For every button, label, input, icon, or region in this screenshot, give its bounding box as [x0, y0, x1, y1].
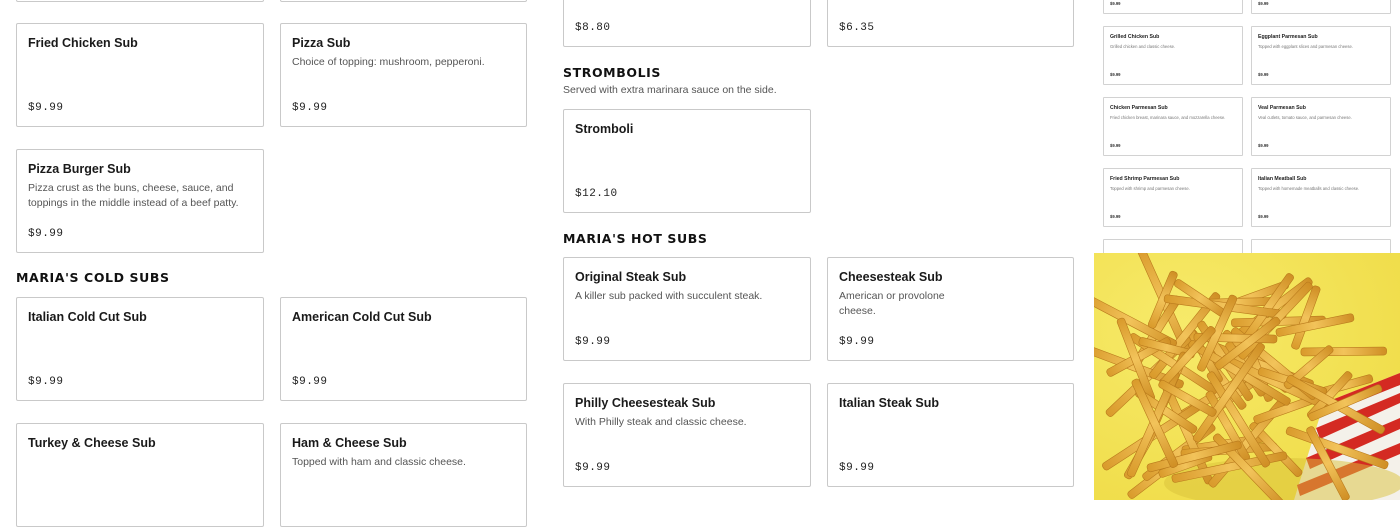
- item-description: Topped with eggplant slices and parmesan…: [1258, 44, 1353, 49]
- item-name: Grilled Chicken Sub: [1110, 34, 1160, 40]
- menu-item-card[interactable]: Pizza Burger Sub Pizza crust as the buns…: [16, 149, 264, 253]
- item-description: With Philly steak and classic cheese.: [575, 416, 747, 428]
- item-name: Original Steak Sub: [575, 270, 687, 284]
- menu-item-card[interactable]: Cheesesteak Sub American or provolone ch…: [827, 257, 1074, 361]
- menu-item-card[interactable]: Eggplant Parmesan Sub Topped with eggpla…: [1251, 26, 1391, 85]
- item-name: Pizza Burger Sub: [28, 162, 131, 176]
- item-price: $9.99: [575, 336, 611, 348]
- menu-item-card[interactable]: Italian Meatball Sub Topped with homemad…: [1251, 168, 1391, 227]
- section-title-cold-subs: MARIA'S COLD SUBS: [16, 270, 170, 285]
- menu-item-card[interactable]: $8.80: [563, 0, 811, 47]
- item-name: Fried Chicken Sub: [28, 36, 138, 50]
- menu-item-card[interactable]: Chicken Parmesan Sub Fried chicken breas…: [1103, 97, 1243, 156]
- menu-item-card[interactable]: Grilled Chicken Sub Grilled chicken and …: [1103, 26, 1243, 85]
- item-price: $9.99: [28, 228, 64, 240]
- item-description: Topped with homemade meatballs and class…: [1258, 186, 1360, 191]
- menu-item-card[interactable]: American Cold Cut Sub $9.99: [280, 297, 527, 401]
- item-price: $8.80: [575, 22, 611, 34]
- item-price: $9.99: [839, 336, 875, 348]
- item-price: $9.99: [1258, 72, 1269, 77]
- item-description: Choice of topping: mushroom, pepperoni.: [292, 56, 485, 68]
- menu-item-card[interactable]: Philly Cheesesteak Sub With Philly steak…: [563, 383, 811, 487]
- item-description: A killer sub packed with succulent steak…: [575, 290, 763, 302]
- item-name: Ham & Cheese Sub: [292, 436, 407, 450]
- item-price: $9.99: [292, 102, 328, 114]
- menu-item-card[interactable]: Fried Shrimp Parmesan Sub Topped with sh…: [1103, 168, 1243, 227]
- menu-item-card[interactable]: Ham & Cheese Sub Topped with ham and cla…: [280, 423, 527, 527]
- item-price: $9.99: [28, 102, 64, 114]
- item-price: $9.99: [1258, 214, 1269, 219]
- menu-item-card[interactable]: Pizza Sub Choice of topping: mushroom, p…: [280, 23, 527, 127]
- item-price: $9.99: [1258, 143, 1269, 148]
- item-name: Stromboli: [575, 122, 634, 136]
- item-name: Fried Shrimp Parmesan Sub: [1110, 176, 1180, 182]
- item-price: $6.35: [839, 22, 875, 34]
- item-name: Eggplant Parmesan Sub: [1258, 34, 1318, 40]
- menu-item-card[interactable]: Veal Parmesan Sub Veal cutlets, tomato s…: [1251, 97, 1391, 156]
- item-price: $9.99: [839, 462, 875, 474]
- fry-shape: [1300, 346, 1387, 357]
- item-price: $9.99: [1258, 1, 1269, 6]
- item-price: $9.99: [1110, 143, 1121, 148]
- section-subtitle: Served with extra marinara sauce on the …: [563, 84, 777, 96]
- item-name: Chicken Parmesan Sub: [1110, 105, 1168, 111]
- item-price: $9.99: [1110, 72, 1121, 77]
- item-name: Italian Cold Cut Sub: [28, 310, 147, 324]
- item-description: Fried chicken breast, marinara sauce, an…: [1110, 115, 1226, 120]
- section-title-hot-subs: MARIA'S HOT SUBS: [563, 231, 708, 246]
- item-price: $9.99: [1110, 1, 1121, 6]
- menu-item-card[interactable]: Stromboli $12.10: [563, 109, 811, 213]
- item-name: American Cold Cut Sub: [292, 310, 432, 324]
- item-description: Veal cutlets, tomato sauce, and parmesan…: [1258, 115, 1352, 120]
- item-price: $9.99: [28, 376, 64, 388]
- item-name: Philly Cheesesteak Sub: [575, 396, 716, 410]
- section-title-strombolis: STROMBOLIS: [563, 65, 661, 80]
- item-description: American or provolone cheese.: [839, 290, 945, 317]
- item-price: $12.10: [575, 188, 618, 200]
- menu-item-card[interactable]: $9.99: [1251, 0, 1391, 14]
- menu-item-card[interactable]: $9.99: [1103, 0, 1243, 14]
- item-name: Italian Steak Sub: [839, 396, 940, 410]
- menu-item-card-cut[interactable]: [280, 0, 527, 2]
- french-fries-photo: [1094, 253, 1400, 500]
- item-name: Turkey & Cheese Sub: [28, 436, 156, 450]
- item-name: Cheesesteak Sub: [839, 270, 943, 284]
- menu-item-card-cut[interactable]: [16, 0, 264, 2]
- item-description: Topped with shrimp and parmesan cheese.: [1110, 186, 1190, 191]
- menu-item-card[interactable]: Italian Cold Cut Sub $9.99: [16, 297, 264, 401]
- item-price: $9.99: [292, 376, 328, 388]
- item-name: Italian Meatball Sub: [1258, 176, 1307, 182]
- item-description: Topped with ham and classic cheese.: [292, 456, 466, 468]
- menu-item-card[interactable]: Original Steak Sub A killer sub packed w…: [563, 257, 811, 361]
- item-price: $9.99: [1110, 214, 1121, 219]
- item-description: Pizza crust as the buns, cheese, sauce, …: [28, 182, 239, 209]
- item-description: Grilled chicken and classic cheese.: [1110, 44, 1176, 49]
- menu-item-card[interactable]: Italian Steak Sub $9.99: [827, 383, 1074, 487]
- item-name: Veal Parmesan Sub: [1258, 105, 1306, 111]
- menu-item-card[interactable]: $6.35: [827, 0, 1074, 47]
- item-price: $9.99: [575, 462, 611, 474]
- item-name: Pizza Sub: [292, 36, 351, 50]
- menu-item-card[interactable]: Turkey & Cheese Sub: [16, 423, 264, 527]
- menu-item-card[interactable]: Fried Chicken Sub $9.99: [16, 23, 264, 127]
